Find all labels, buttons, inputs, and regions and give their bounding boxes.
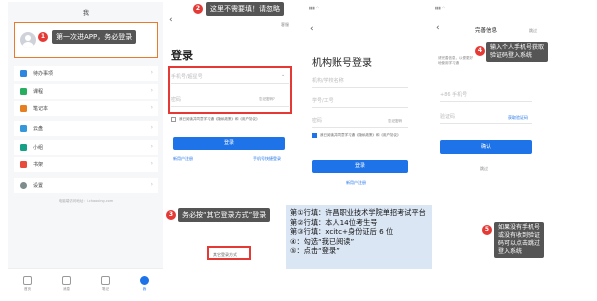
- chevron-right-icon: ›: [150, 104, 153, 111]
- status-bar: ▮▮▮ ◠: [435, 6, 445, 10]
- callout-line: 验证码登入系统: [490, 52, 533, 59]
- get-code-button[interactable]: 获取验证码: [508, 115, 528, 121]
- tab-notes[interactable]: 笔记: [101, 275, 110, 292]
- sms-login-link[interactable]: 手机号快捷登录: [253, 156, 281, 162]
- pc-url-text: 电脑端访问地址：i.chaoxing.com: [58, 199, 114, 203]
- instruction-line: 第②行填：本人14位考生号: [290, 217, 378, 227]
- tab-label: 笔记: [102, 286, 109, 291]
- step-badge-1: 1: [38, 32, 48, 42]
- menu-item-notebook[interactable]: 笔记本 ›: [14, 101, 158, 116]
- skip-link[interactable]: 跳过: [480, 166, 488, 172]
- page-title: 我: [82, 10, 89, 17]
- phone-input[interactable]: +86 手机号: [440, 88, 532, 102]
- skip-top-link[interactable]: 跳过: [529, 28, 537, 34]
- bookshelf-icon: [20, 161, 27, 168]
- forgot-password-link[interactable]: 忘记密码: [388, 119, 402, 124]
- callout-line: 或没有收到验证: [498, 232, 541, 239]
- instruction-line: ⑤：点击“登录”: [290, 246, 340, 255]
- menu-item-label: 小组: [33, 145, 44, 151]
- ignore-highlight-box: [168, 66, 292, 114]
- tab-me[interactable]: 我: [140, 275, 149, 292]
- chevron-right-icon: ›: [150, 69, 153, 76]
- menu-item-course[interactable]: 课程 ›: [14, 84, 158, 99]
- todo-icon: [20, 70, 27, 77]
- tab-messages[interactable]: 消息: [62, 275, 71, 292]
- instruction-line: 第①行填：许昌职业技术学院单招考试平台: [290, 208, 426, 217]
- confirm-button[interactable]: 确认: [440, 140, 532, 154]
- step-badge-5: 5: [482, 225, 492, 235]
- tab-label: 首页: [24, 286, 31, 291]
- chevron-right-icon: ›: [150, 160, 153, 167]
- cloud-icon: [20, 125, 27, 132]
- page-title: 完善信息: [474, 28, 497, 34]
- course-icon: [20, 88, 27, 95]
- callout-other-login: 务必按“其它登录方式”登录: [178, 208, 271, 222]
- menu-item-cloud[interactable]: 云盘 ›: [14, 121, 158, 136]
- org-login-title: 机构账号登录: [312, 58, 372, 69]
- login-button[interactable]: 登录: [173, 137, 285, 150]
- menu-item-label: 待办事项: [33, 71, 54, 77]
- instruction-line: ④：勾选“我已阅读”: [290, 236, 355, 246]
- tab-label: 我: [142, 286, 147, 291]
- callout-line: 登入系统: [498, 248, 523, 255]
- agreement-text: 我已阅读并同意学习通《隐私政策》和《用户协议》: [179, 117, 260, 121]
- menu-item-label: 设置: [33, 183, 44, 189]
- menu-item-bookshelf[interactable]: 书架 ›: [14, 157, 158, 172]
- bottom-tab-bar: 首页 消息 笔记 我: [8, 268, 164, 298]
- notebook-icon: [20, 105, 27, 112]
- menu-item-label: 云盘: [33, 126, 44, 132]
- menu-item-label: 笔记本: [33, 106, 49, 112]
- callout-line: 输入个人手机号获取: [490, 44, 545, 51]
- callout-skip: 如果没有手机号 或没有收到验证 码可以点击跳过 登入系统: [494, 222, 545, 258]
- customer-service-link[interactable]: 客服: [281, 22, 289, 28]
- chevron-right-icon: ›: [150, 87, 153, 94]
- message-icon: [62, 275, 71, 285]
- instruction-box: 第①行填：许昌职业技术学院单招考试平台 第②行填：本人14位考生号 第③行填：x…: [286, 205, 432, 269]
- agree-checkbox[interactable]: [171, 117, 176, 122]
- chevron-right-icon: ›: [150, 124, 153, 131]
- avatar[interactable]: [20, 32, 36, 48]
- screenshot-canvas: 我 待办事项 › 课程 › 笔记本 › 云盘 › 小组 › 书架 › 设置 › …: [0, 0, 597, 301]
- menu-item-settings[interactable]: 设置 ›: [14, 178, 158, 193]
- chevron-right-icon: ›: [150, 181, 153, 188]
- person-icon: [140, 275, 149, 285]
- back-arrow-icon[interactable]: ‹: [310, 24, 314, 34]
- agreement-row[interactable]: 我已阅读并同意学习通《隐私政策》和《用户协议》: [312, 133, 412, 138]
- callout-phone-code: 输入个人手机号获取 验证码登入系统: [486, 42, 549, 62]
- login-title: 登录: [171, 49, 193, 62]
- note-icon: [101, 275, 110, 285]
- menu-item-label: 书架: [33, 162, 44, 168]
- step-badge-4: 4: [475, 46, 485, 56]
- callout-ignore: 这里不需要填！请忽略: [206, 2, 284, 16]
- info-hint-text: 请完善信息，以便更好地使用学习通: [438, 56, 473, 65]
- callout-line: 码可以点击跳过: [498, 240, 541, 247]
- agreement-text: 我已阅读并同意学习通《隐私政策》和《用户协议》: [320, 133, 401, 137]
- menu-item-label: 课程: [33, 89, 44, 95]
- org-login-button[interactable]: 登录: [312, 160, 408, 173]
- me-page-panel: 我 待办事项 › 课程 › 笔记本 › 云盘 › 小组 › 书架 › 设置 › …: [8, 2, 164, 298]
- gear-icon: [20, 182, 27, 189]
- home-icon: [23, 275, 32, 285]
- menu-item-todo[interactable]: 待办事项 ›: [14, 66, 158, 81]
- org-name-input[interactable]: 机构/学校名称: [312, 74, 408, 88]
- agree-checkbox[interactable]: [312, 133, 317, 138]
- callout-first-login: 第一次进APP，务必登录: [52, 30, 137, 44]
- menu-item-group[interactable]: 小组 ›: [14, 140, 158, 155]
- group-icon: [20, 144, 27, 151]
- student-id-input[interactable]: 学号/工号: [312, 94, 408, 108]
- agreement-row[interactable]: 我已阅读并同意学习通《隐私政策》和《用户协议》: [171, 117, 291, 122]
- status-bar: ▮▮▮ ◠: [309, 6, 319, 10]
- other-login-highlight: [207, 246, 251, 260]
- tab-home[interactable]: 首页: [23, 275, 32, 292]
- login-page-panel: ‹ 客服 登录 手机号/超星号 ⌄ 密码 忘记密码? 我已阅读并同意学习通《隐私…: [163, 2, 295, 298]
- instruction-line: 第③行填：xcitc+身份证后 6 位: [290, 227, 394, 236]
- step-badge-3: 3: [166, 210, 176, 220]
- chevron-right-icon: ›: [150, 143, 153, 150]
- step-badge-2: 2: [193, 4, 203, 14]
- back-arrow-icon[interactable]: ‹: [169, 15, 173, 25]
- tab-label: 消息: [63, 286, 70, 291]
- callout-line: 如果没有手机号: [498, 224, 541, 231]
- register-link[interactable]: 新用户注册: [173, 156, 193, 162]
- register-link[interactable]: 新用户注册: [346, 180, 366, 186]
